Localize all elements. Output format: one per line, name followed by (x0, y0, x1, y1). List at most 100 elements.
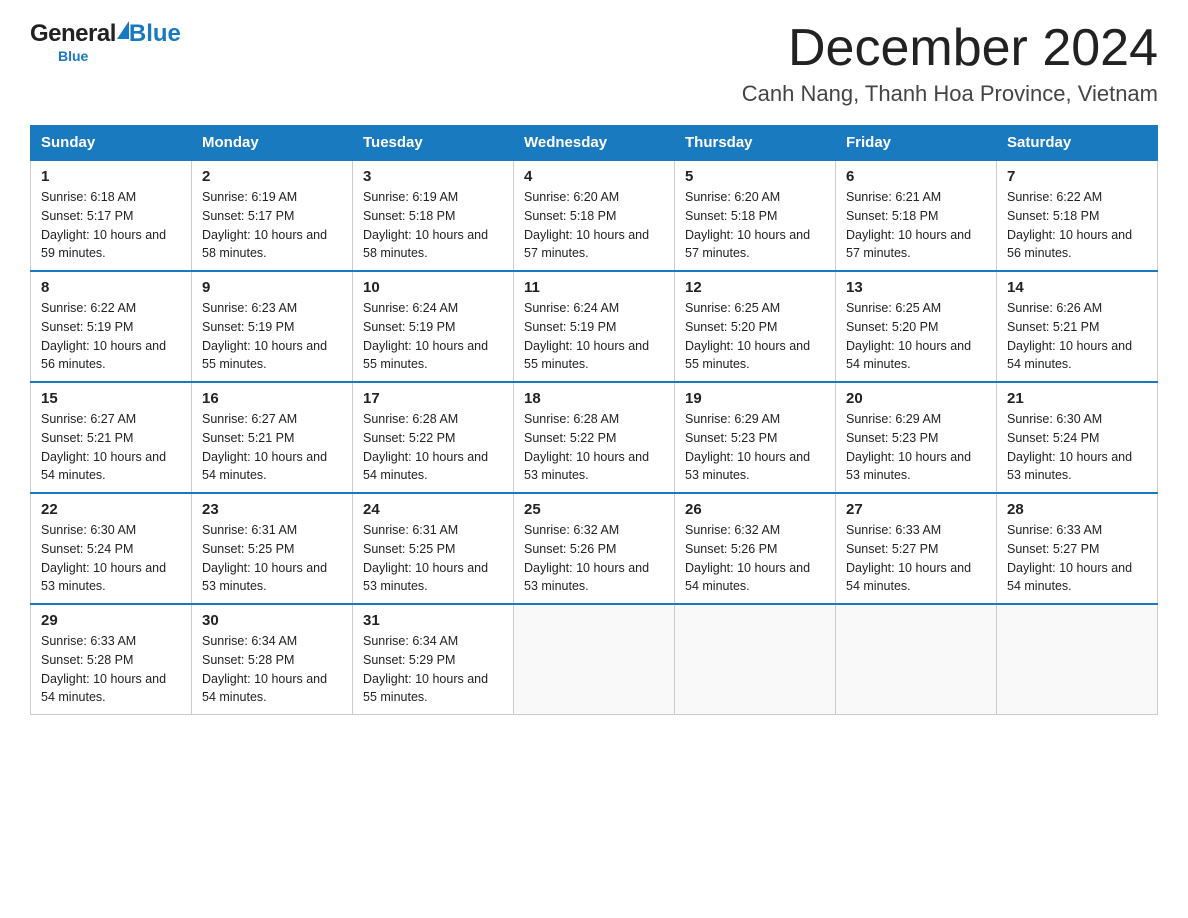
day-number: 14 (1007, 279, 1147, 296)
day-info: Sunrise: 6:18 AMSunset: 5:17 PMDaylight:… (41, 188, 181, 263)
calendar-week-row: 29 Sunrise: 6:33 AMSunset: 5:28 PMDaylig… (31, 604, 1158, 715)
day-info: Sunrise: 6:19 AMSunset: 5:17 PMDaylight:… (202, 188, 342, 263)
calendar-cell: 13 Sunrise: 6:25 AMSunset: 5:20 PMDaylig… (836, 271, 997, 382)
col-friday: Friday (836, 126, 997, 161)
day-info: Sunrise: 6:29 AMSunset: 5:23 PMDaylight:… (846, 410, 986, 485)
day-number: 7 (1007, 168, 1147, 185)
day-number: 20 (846, 390, 986, 407)
logo-text-blue: Blue (129, 20, 181, 48)
calendar-cell (997, 604, 1158, 715)
calendar-cell: 27 Sunrise: 6:33 AMSunset: 5:27 PMDaylig… (836, 493, 997, 604)
calendar-cell: 17 Sunrise: 6:28 AMSunset: 5:22 PMDaylig… (353, 382, 514, 493)
day-info: Sunrise: 6:32 AMSunset: 5:26 PMDaylight:… (524, 521, 664, 596)
calendar-cell (514, 604, 675, 715)
col-monday: Monday (192, 126, 353, 161)
calendar-cell: 5 Sunrise: 6:20 AMSunset: 5:18 PMDayligh… (675, 160, 836, 271)
day-info: Sunrise: 6:32 AMSunset: 5:26 PMDaylight:… (685, 521, 825, 596)
day-number: 13 (846, 279, 986, 296)
location-title: Canh Nang, Thanh Hoa Province, Vietnam (742, 81, 1158, 107)
calendar-cell: 14 Sunrise: 6:26 AMSunset: 5:21 PMDaylig… (997, 271, 1158, 382)
calendar-header: Sunday Monday Tuesday Wednesday Thursday… (31, 126, 1158, 161)
col-saturday: Saturday (997, 126, 1158, 161)
calendar-week-row: 1 Sunrise: 6:18 AMSunset: 5:17 PMDayligh… (31, 160, 1158, 271)
calendar-cell: 23 Sunrise: 6:31 AMSunset: 5:25 PMDaylig… (192, 493, 353, 604)
calendar-cell: 11 Sunrise: 6:24 AMSunset: 5:19 PMDaylig… (514, 271, 675, 382)
calendar-table: Sunday Monday Tuesday Wednesday Thursday… (30, 125, 1158, 715)
calendar-cell: 12 Sunrise: 6:25 AMSunset: 5:20 PMDaylig… (675, 271, 836, 382)
calendar-week-row: 15 Sunrise: 6:27 AMSunset: 5:21 PMDaylig… (31, 382, 1158, 493)
day-number: 4 (524, 168, 664, 185)
calendar-cell: 31 Sunrise: 6:34 AMSunset: 5:29 PMDaylig… (353, 604, 514, 715)
calendar-cell: 22 Sunrise: 6:30 AMSunset: 5:24 PMDaylig… (31, 493, 192, 604)
day-number: 1 (41, 168, 181, 185)
day-number: 31 (363, 612, 503, 629)
col-tuesday: Tuesday (353, 126, 514, 161)
col-wednesday: Wednesday (514, 126, 675, 161)
day-info: Sunrise: 6:22 AMSunset: 5:18 PMDaylight:… (1007, 188, 1147, 263)
day-info: Sunrise: 6:33 AMSunset: 5:27 PMDaylight:… (846, 521, 986, 596)
day-info: Sunrise: 6:24 AMSunset: 5:19 PMDaylight:… (524, 299, 664, 374)
day-info: Sunrise: 6:27 AMSunset: 5:21 PMDaylight:… (202, 410, 342, 485)
calendar-cell: 6 Sunrise: 6:21 AMSunset: 5:18 PMDayligh… (836, 160, 997, 271)
day-number: 2 (202, 168, 342, 185)
day-number: 19 (685, 390, 825, 407)
month-title: December 2024 (742, 20, 1158, 77)
calendar-cell: 18 Sunrise: 6:28 AMSunset: 5:22 PMDaylig… (514, 382, 675, 493)
day-info: Sunrise: 6:25 AMSunset: 5:20 PMDaylight:… (846, 299, 986, 374)
day-info: Sunrise: 6:34 AMSunset: 5:29 PMDaylight:… (363, 632, 503, 707)
day-info: Sunrise: 6:19 AMSunset: 5:18 PMDaylight:… (363, 188, 503, 263)
day-number: 17 (363, 390, 503, 407)
day-number: 15 (41, 390, 181, 407)
calendar-cell: 24 Sunrise: 6:31 AMSunset: 5:25 PMDaylig… (353, 493, 514, 604)
calendar-cell: 1 Sunrise: 6:18 AMSunset: 5:17 PMDayligh… (31, 160, 192, 271)
day-number: 21 (1007, 390, 1147, 407)
logo-icon: General Blue (30, 20, 181, 48)
day-number: 9 (202, 279, 342, 296)
day-info: Sunrise: 6:24 AMSunset: 5:19 PMDaylight:… (363, 299, 503, 374)
day-info: Sunrise: 6:31 AMSunset: 5:25 PMDaylight:… (202, 521, 342, 596)
calendar-cell: 8 Sunrise: 6:22 AMSunset: 5:19 PMDayligh… (31, 271, 192, 382)
day-info: Sunrise: 6:29 AMSunset: 5:23 PMDaylight:… (685, 410, 825, 485)
calendar-cell: 2 Sunrise: 6:19 AMSunset: 5:17 PMDayligh… (192, 160, 353, 271)
day-info: Sunrise: 6:20 AMSunset: 5:18 PMDaylight:… (524, 188, 664, 263)
logo-text-general: General (30, 20, 116, 48)
calendar-cell: 19 Sunrise: 6:29 AMSunset: 5:23 PMDaylig… (675, 382, 836, 493)
day-info: Sunrise: 6:31 AMSunset: 5:25 PMDaylight:… (363, 521, 503, 596)
day-info: Sunrise: 6:34 AMSunset: 5:28 PMDaylight:… (202, 632, 342, 707)
day-number: 23 (202, 501, 342, 518)
day-info: Sunrise: 6:20 AMSunset: 5:18 PMDaylight:… (685, 188, 825, 263)
day-info: Sunrise: 6:27 AMSunset: 5:21 PMDaylight:… (41, 410, 181, 485)
day-info: Sunrise: 6:25 AMSunset: 5:20 PMDaylight:… (685, 299, 825, 374)
day-info: Sunrise: 6:21 AMSunset: 5:18 PMDaylight:… (846, 188, 986, 263)
header-row: Sunday Monday Tuesday Wednesday Thursday… (31, 126, 1158, 161)
day-info: Sunrise: 6:26 AMSunset: 5:21 PMDaylight:… (1007, 299, 1147, 374)
day-number: 22 (41, 501, 181, 518)
calendar-body: 1 Sunrise: 6:18 AMSunset: 5:17 PMDayligh… (31, 160, 1158, 715)
calendar-cell: 25 Sunrise: 6:32 AMSunset: 5:26 PMDaylig… (514, 493, 675, 604)
calendar-week-row: 22 Sunrise: 6:30 AMSunset: 5:24 PMDaylig… (31, 493, 1158, 604)
day-info: Sunrise: 6:30 AMSunset: 5:24 PMDaylight:… (1007, 410, 1147, 485)
calendar-cell: 21 Sunrise: 6:30 AMSunset: 5:24 PMDaylig… (997, 382, 1158, 493)
day-number: 28 (1007, 501, 1147, 518)
calendar-cell: 7 Sunrise: 6:22 AMSunset: 5:18 PMDayligh… (997, 160, 1158, 271)
day-number: 3 (363, 168, 503, 185)
day-number: 10 (363, 279, 503, 296)
day-number: 16 (202, 390, 342, 407)
day-number: 26 (685, 501, 825, 518)
calendar-cell (675, 604, 836, 715)
day-number: 8 (41, 279, 181, 296)
calendar-cell: 29 Sunrise: 6:33 AMSunset: 5:28 PMDaylig… (31, 604, 192, 715)
day-number: 12 (685, 279, 825, 296)
day-info: Sunrise: 6:28 AMSunset: 5:22 PMDaylight:… (363, 410, 503, 485)
logo-line2: Blue (58, 48, 88, 64)
calendar-cell: 3 Sunrise: 6:19 AMSunset: 5:18 PMDayligh… (353, 160, 514, 271)
calendar-cell: 4 Sunrise: 6:20 AMSunset: 5:18 PMDayligh… (514, 160, 675, 271)
day-number: 24 (363, 501, 503, 518)
day-number: 18 (524, 390, 664, 407)
day-number: 30 (202, 612, 342, 629)
day-number: 6 (846, 168, 986, 185)
calendar-cell: 16 Sunrise: 6:27 AMSunset: 5:21 PMDaylig… (192, 382, 353, 493)
calendar-cell: 28 Sunrise: 6:33 AMSunset: 5:27 PMDaylig… (997, 493, 1158, 604)
day-info: Sunrise: 6:33 AMSunset: 5:28 PMDaylight:… (41, 632, 181, 707)
day-number: 29 (41, 612, 181, 629)
